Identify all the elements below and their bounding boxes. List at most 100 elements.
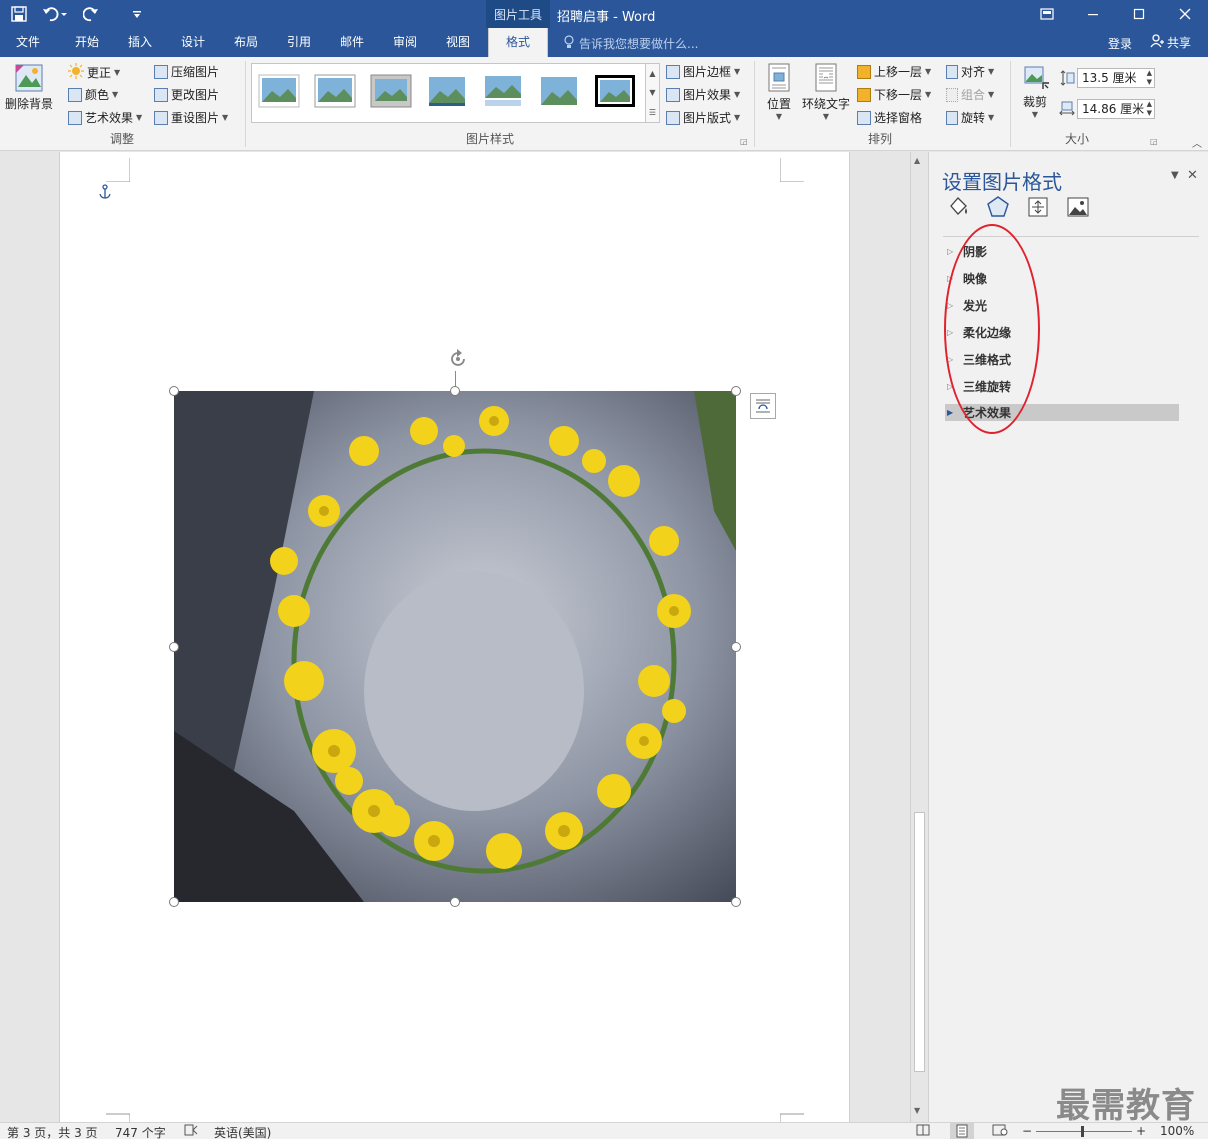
color-button[interactable]: 颜色 ▼ [68, 86, 118, 103]
chevron-down-icon: ▼ [1031, 110, 1039, 119]
layout-options-button[interactable] [750, 393, 776, 419]
zoom-slider-thumb[interactable] [1081, 1126, 1084, 1137]
close-icon[interactable] [1162, 0, 1208, 28]
chevron-down-icon: ▼ [925, 67, 932, 76]
tab-insert[interactable]: 插入 [117, 28, 163, 57]
width-input[interactable]: 14.86 厘米 ▲ ▼ [1077, 99, 1155, 119]
tab-design[interactable]: 设计 [170, 28, 216, 57]
gallery-scroll[interactable]: ▲ ▼ ☰ [646, 63, 660, 123]
save-icon[interactable] [8, 4, 30, 24]
page-count[interactable]: 第 3 页，共 3 页 [7, 1124, 98, 1139]
bring-forward-button[interactable]: 上移一层 ▼ [857, 63, 931, 80]
picture-border-button[interactable]: 图片边框 ▼ [666, 63, 740, 80]
maximize-icon[interactable] [1116, 0, 1162, 28]
height-input[interactable]: 13.5 厘米 ▲ ▼ [1077, 68, 1155, 88]
picture-style-thumb[interactable] [258, 74, 300, 108]
picture-style-thumb[interactable] [538, 74, 580, 108]
resize-handle[interactable] [731, 386, 741, 396]
resize-handle[interactable] [450, 386, 460, 396]
picture-layout-icon [666, 110, 680, 125]
ribbon-display-icon[interactable] [1024, 0, 1070, 28]
zoom-slider[interactable] [1036, 1131, 1132, 1132]
effects-icon[interactable] [985, 194, 1011, 220]
resize-handle[interactable] [169, 386, 179, 396]
picture-icon[interactable] [1065, 194, 1091, 220]
tab-references[interactable]: 引用 [276, 28, 322, 57]
dialog-launcher-icon[interactable]: ◲ [1150, 137, 1158, 146]
chevron-down-icon[interactable]: ▼ [649, 88, 655, 97]
tab-view[interactable]: 视图 [435, 28, 481, 57]
dialog-launcher-icon[interactable]: ◲ [740, 137, 748, 146]
picture-style-thumb[interactable] [314, 74, 356, 108]
more-icon[interactable]: ☰ [649, 108, 656, 117]
zoom-out-icon[interactable]: − [1022, 1124, 1032, 1138]
spinner-arrows-icon[interactable]: ▲ ▼ [1147, 100, 1152, 118]
position-button[interactable]: 位置 ▼ [762, 63, 796, 121]
crop-button[interactable]: 裁剪 ▼ [1016, 63, 1054, 119]
redo-icon[interactable] [80, 4, 102, 24]
picture-style-thumb[interactable] [482, 74, 524, 108]
login-link[interactable]: 登录 [1108, 35, 1132, 52]
resize-handle[interactable] [731, 897, 741, 907]
chevron-up-icon[interactable]: ▲ [649, 69, 655, 78]
reset-picture-button[interactable]: 重设图片 ▼ [154, 109, 228, 126]
flower-wreath-photo[interactable] [174, 391, 736, 902]
group-button[interactable]: 组合 ▼ [946, 86, 994, 103]
change-picture-button[interactable]: 更改图片 [154, 86, 219, 103]
picture-layout-button[interactable]: 图片版式 ▼ [666, 109, 740, 126]
rotate-button[interactable]: 旋转 ▼ [946, 109, 994, 126]
share-button[interactable]: 共享 [1150, 34, 1191, 51]
selection-pane-button[interactable]: 选择窗格 [857, 109, 922, 126]
remove-background-button[interactable]: 删除背景 [4, 63, 54, 112]
undo-icon[interactable] [40, 4, 70, 24]
compress-pictures-button[interactable]: 压缩图片 [154, 63, 219, 80]
vertical-scrollbar[interactable]: ▲ ▼ [910, 152, 928, 1122]
picture-style-thumb[interactable] [426, 74, 468, 108]
corrections-button[interactable]: 更正 ▼ [68, 63, 120, 82]
margin-corner-mark [780, 158, 804, 182]
rotate-handle-icon[interactable] [446, 347, 470, 374]
wrap-text-button[interactable]: 环绕文字 ▼ [800, 63, 852, 121]
artistic-effects-label: 艺术效果 [85, 111, 134, 125]
zoom-level[interactable]: 100% [1160, 1124, 1194, 1138]
artistic-effects-button[interactable]: 艺术效果 ▼ [68, 109, 142, 126]
tab-mailings[interactable]: 邮件 [329, 28, 375, 57]
zoom-in-icon[interactable]: + [1136, 1124, 1146, 1138]
scroll-up-icon[interactable]: ▲ [914, 156, 920, 165]
fill-line-icon[interactable] [945, 194, 971, 220]
resize-handle[interactable] [169, 642, 179, 652]
send-backward-button[interactable]: 下移一层 ▼ [857, 86, 931, 103]
language[interactable]: 英语(美国) [214, 1124, 271, 1139]
customize-icon[interactable] [126, 4, 148, 24]
resize-handle[interactable] [169, 897, 179, 907]
print-layout-icon[interactable] [950, 1123, 974, 1139]
resize-handle[interactable] [731, 642, 741, 652]
minimize-icon[interactable] [1070, 0, 1116, 28]
tab-format[interactable]: 格式 [488, 28, 548, 57]
pane-options-icon[interactable]: ▼ [1171, 170, 1179, 181]
align-button[interactable]: 对齐 ▼ [946, 63, 994, 80]
proofing-icon[interactable] [184, 1124, 198, 1139]
resize-handle[interactable] [450, 897, 460, 907]
read-mode-icon[interactable] [916, 1124, 930, 1139]
send-backward-icon [857, 87, 871, 102]
tell-me-box[interactable]: 告诉我您想要做什么... [563, 35, 698, 52]
scroll-down-icon[interactable]: ▼ [914, 1106, 920, 1115]
color-icon [68, 87, 82, 102]
tab-home[interactable]: 开始 [64, 28, 110, 57]
collapse-ribbon-icon[interactable]: ︿ [1192, 135, 1202, 150]
anchor-icon[interactable] [98, 184, 112, 203]
layout-properties-icon[interactable] [1025, 194, 1051, 220]
web-layout-icon[interactable] [992, 1124, 1008, 1139]
picture-style-thumb[interactable] [594, 74, 636, 108]
tab-file[interactable]: 文件 [6, 28, 50, 57]
tab-layout[interactable]: 布局 [223, 28, 269, 57]
picture-style-thumb[interactable] [370, 74, 412, 108]
tab-review[interactable]: 审阅 [382, 28, 428, 57]
scrollbar-thumb[interactable] [914, 812, 925, 1072]
picture-effects-button[interactable]: 图片效果 ▼ [666, 86, 740, 103]
word-count[interactable]: 747 个字 [115, 1124, 166, 1139]
title-bar: 图片工具 招聘启事 - Word [0, 0, 1208, 28]
pane-close-icon[interactable]: ✕ [1187, 168, 1198, 183]
spinner-arrows-icon[interactable]: ▲ ▼ [1147, 69, 1152, 87]
